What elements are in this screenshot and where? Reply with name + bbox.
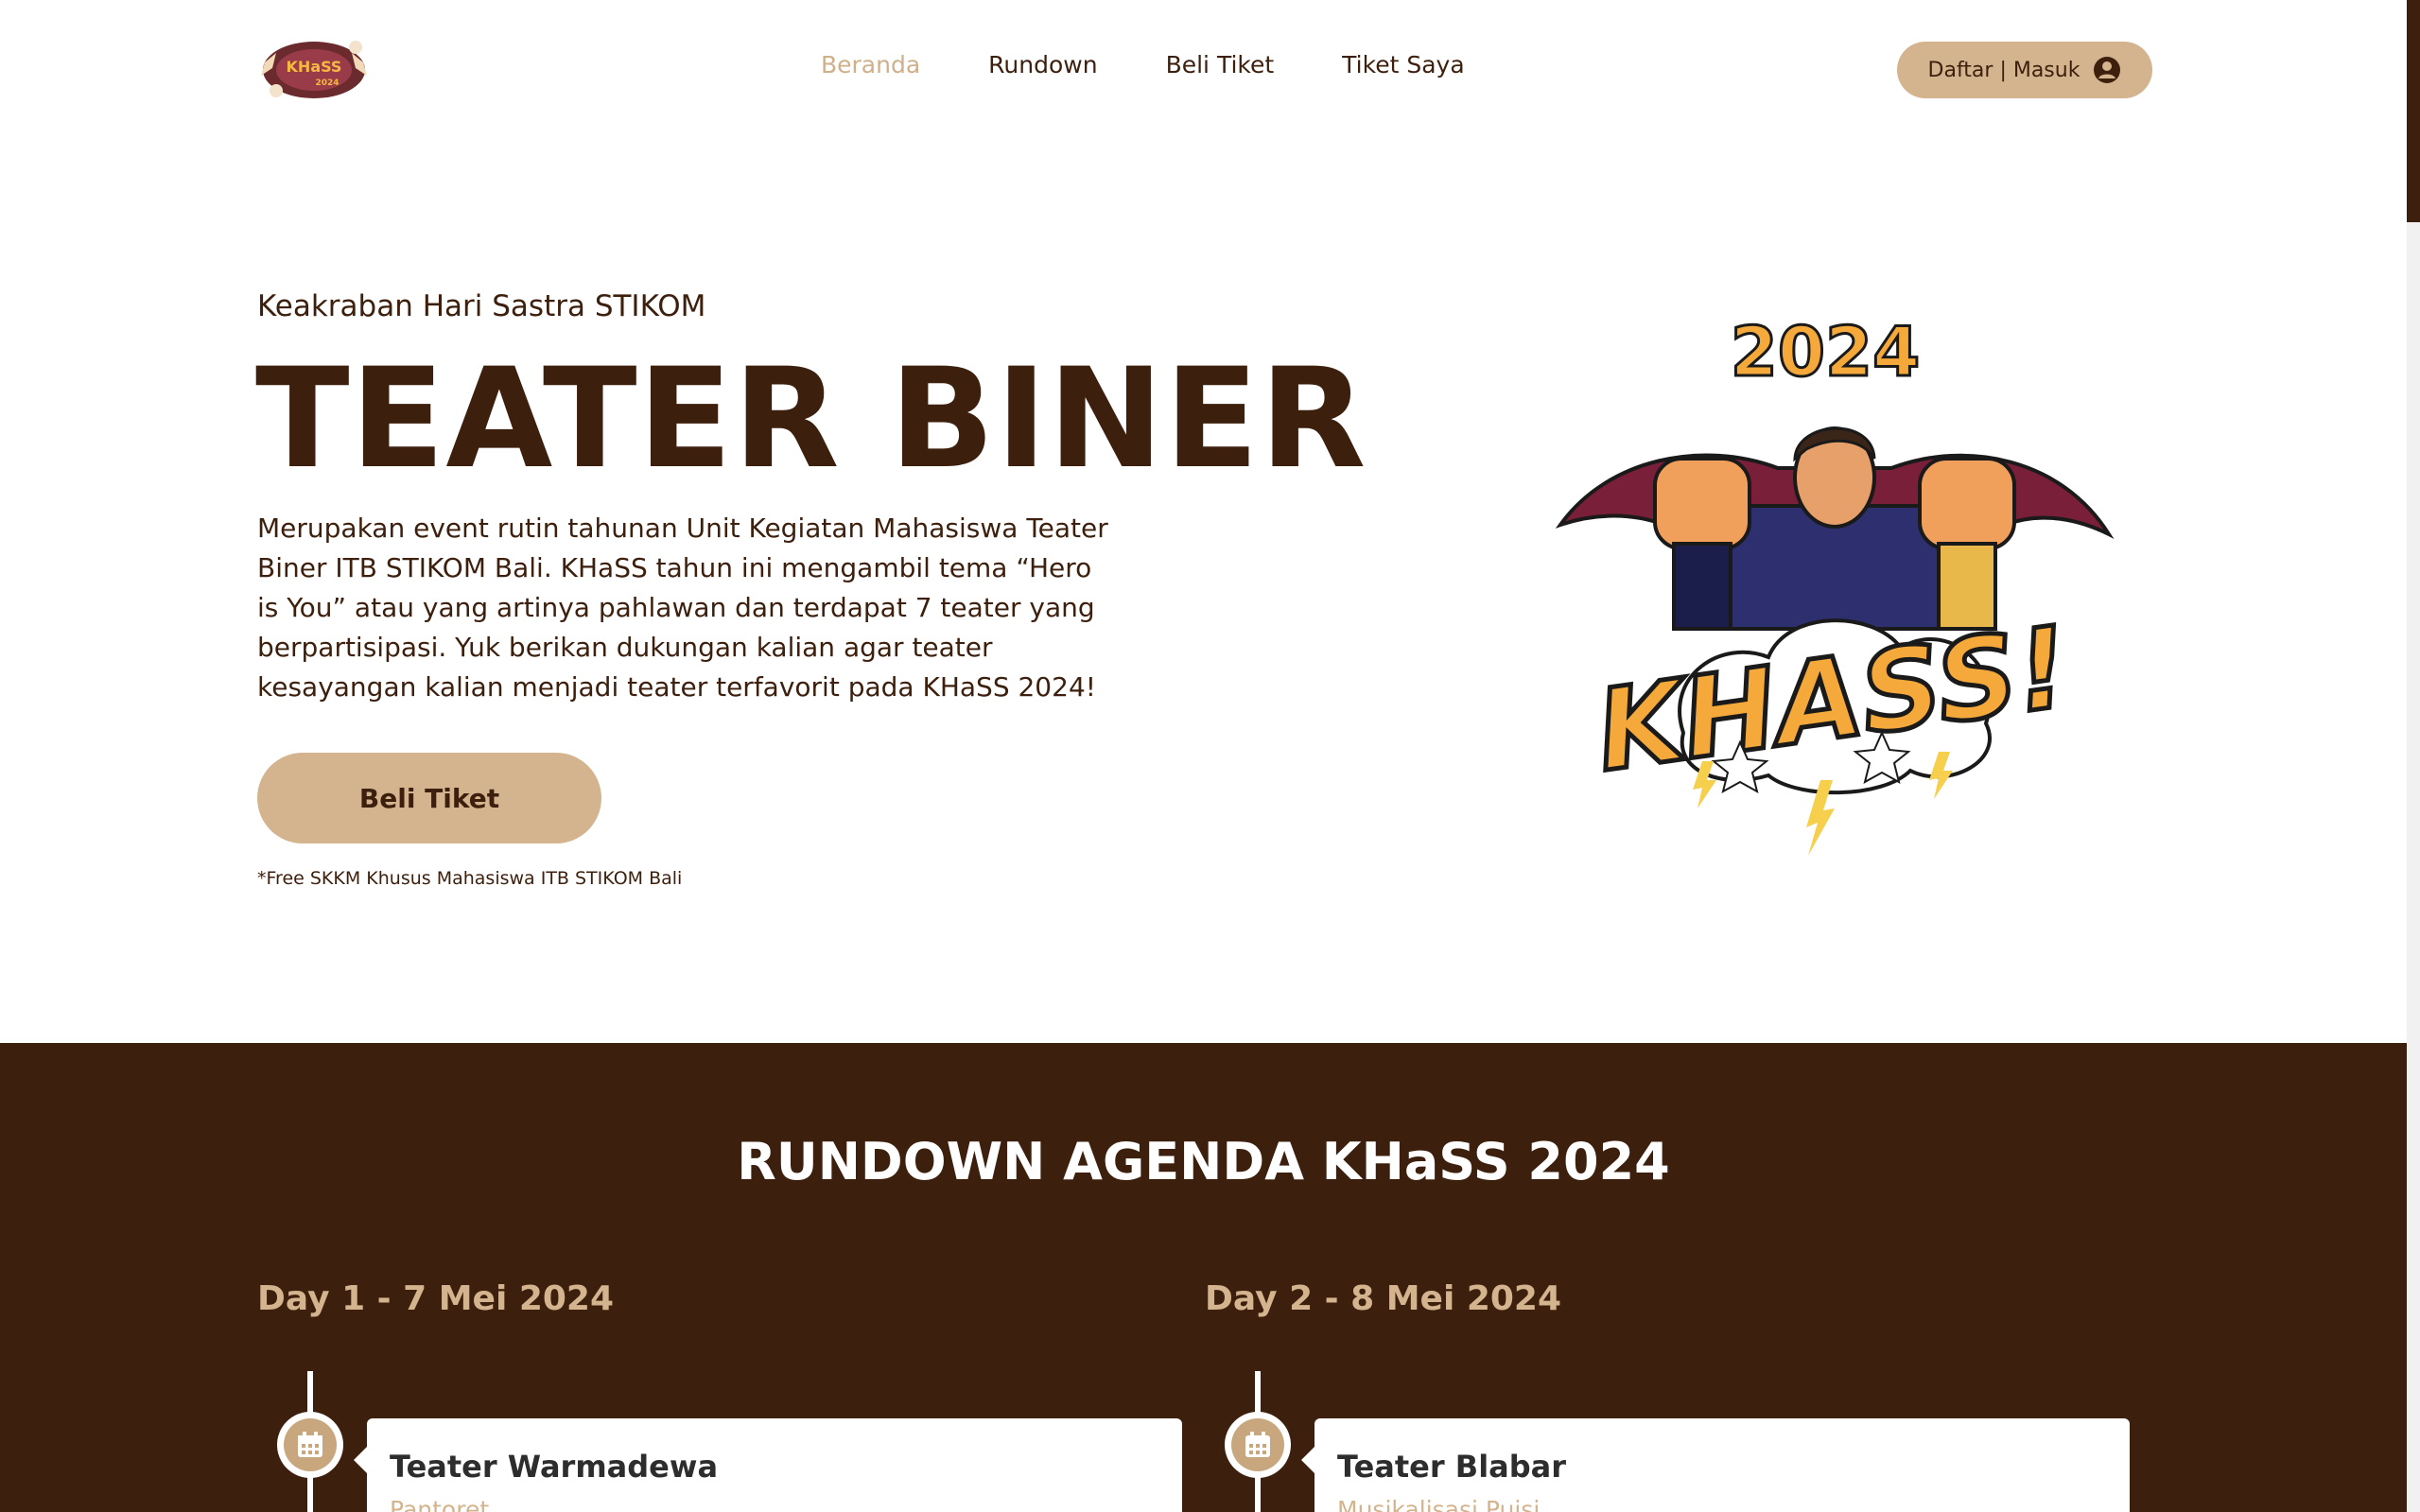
user-circle-icon — [2094, 57, 2121, 83]
khass-logo[interactable]: KHaSS 2024 — [257, 34, 371, 106]
hero-title: TEATER BINER — [255, 339, 1367, 499]
calendar-icon — [298, 1432, 322, 1457]
event-subtitle: Musikalisasi Puisi — [1337, 1496, 1541, 1512]
hero-art-year: 2024 — [1731, 317, 1920, 391]
svg-text:2024: 2024 — [315, 78, 339, 88]
event-card[interactable]: Teater Warmadewa Pantoret — [354, 1418, 1182, 1512]
nav-item-beli-tiket[interactable]: Beli Tiket — [1166, 51, 1275, 78]
event-card[interactable]: Teater Blabar Musikalisasi Puisi — [1301, 1418, 2130, 1512]
calendar-icon — [1245, 1432, 1270, 1457]
scrollbar-thumb[interactable] — [2407, 0, 2420, 222]
buy-ticket-button[interactable]: Beli Tiket — [257, 753, 601, 843]
rundown-section: RUNDOWN AGENDA KHaSS 2024 Day 1 - 7 Mei … — [0, 1043, 2407, 1512]
hero-note: *Free SKKM Khusus Mahasiswa ITB STIKOM B… — [257, 868, 683, 889]
day-1-title: Day 1 - 7 Mei 2024 — [257, 1279, 615, 1318]
site-header: KHaSS 2024 Beranda Rundown Beli Tiket Ti… — [0, 0, 2407, 140]
hero-description: Merupakan event rutin tahunan Unit Kegia… — [257, 513, 1108, 703]
timeline-dot — [1225, 1412, 1291, 1478]
main-nav: Beranda Rundown Beli Tiket Tiket Saya — [821, 51, 1465, 78]
event-name: Teater Warmadewa — [390, 1449, 719, 1485]
page-scrollbar[interactable] — [2407, 0, 2420, 1512]
nav-item-beranda[interactable]: Beranda — [821, 51, 920, 78]
svg-text:KHaSS: KHaSS — [287, 58, 342, 76]
event-name: Teater Blabar — [1337, 1449, 1567, 1485]
nav-item-tiket-saya[interactable]: Tiket Saya — [1342, 51, 1464, 78]
day-2-title: Day 2 - 8 Mei 2024 — [1205, 1279, 1562, 1318]
timeline-dot — [277, 1412, 343, 1478]
rundown-title: RUNDOWN AGENDA KHaSS 2024 — [737, 1132, 1670, 1191]
login-register-button[interactable]: Daftar | Masuk — [1897, 42, 2152, 98]
nav-item-rundown[interactable]: Rundown — [988, 51, 1097, 78]
login-register-label: Daftar | Masuk — [1927, 58, 2081, 82]
hero-subtitle: Keakraban Hari Sastra STIKOM — [257, 289, 706, 323]
event-subtitle: Pantoret — [390, 1496, 490, 1512]
khass-hero-illustration: 2024 KHASS! — [1555, 317, 2115, 856]
